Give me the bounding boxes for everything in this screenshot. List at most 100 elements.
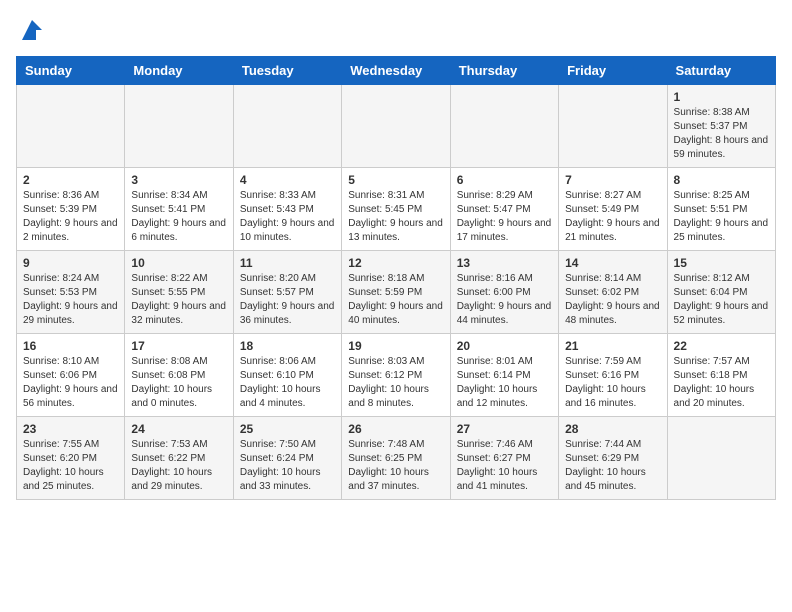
- logo-icon: [18, 16, 46, 44]
- day-info: Sunrise: 8:16 AM Sunset: 6:00 PM Dayligh…: [457, 272, 552, 328]
- day-number: 2: [23, 173, 118, 187]
- calendar-cell: 12 Sunrise: 8:18 AM Sunset: 5:59 PM Dayli…: [342, 251, 450, 334]
- day-info: Sunrise: 7:46 AM Sunset: 6:27 PM Dayligh…: [457, 438, 552, 494]
- calendar-cell: 14 Sunrise: 8:14 AM Sunset: 6:02 PM Dayli…: [559, 251, 667, 334]
- day-number: 16: [23, 339, 118, 353]
- calendar-header-thursday: Thursday: [450, 57, 558, 85]
- day-number: 13: [457, 256, 552, 270]
- calendar-week-row: 23 Sunrise: 7:55 AM Sunset: 6:20 PM Dayli…: [17, 417, 776, 500]
- calendar-cell: [559, 85, 667, 168]
- calendar-cell: 19 Sunrise: 8:03 AM Sunset: 6:12 PM Dayli…: [342, 334, 450, 417]
- day-number: 25: [240, 422, 335, 436]
- day-info: Sunrise: 7:48 AM Sunset: 6:25 PM Dayligh…: [348, 438, 443, 494]
- day-info: Sunrise: 7:53 AM Sunset: 6:22 PM Dayligh…: [131, 438, 226, 494]
- day-info: Sunrise: 7:50 AM Sunset: 6:24 PM Dayligh…: [240, 438, 335, 494]
- calendar-cell: [450, 85, 558, 168]
- day-info: Sunrise: 8:38 AM Sunset: 5:37 PM Dayligh…: [674, 106, 769, 162]
- day-info: Sunrise: 8:18 AM Sunset: 5:59 PM Dayligh…: [348, 272, 443, 328]
- day-info: Sunrise: 7:57 AM Sunset: 6:18 PM Dayligh…: [674, 355, 769, 411]
- calendar-cell: 2 Sunrise: 8:36 AM Sunset: 5:39 PM Daylig…: [17, 168, 125, 251]
- day-info: Sunrise: 8:01 AM Sunset: 6:14 PM Dayligh…: [457, 355, 552, 411]
- calendar-cell: 3Sunrise: 8:34 AM Sunset: 5:41 PM Daylig…: [125, 168, 233, 251]
- logo: [16, 16, 46, 44]
- calendar-cell: 8 Sunrise: 8:25 AM Sunset: 5:51 PM Daylig…: [667, 168, 775, 251]
- day-info: Sunrise: 8:31 AM Sunset: 5:45 PM Dayligh…: [348, 189, 443, 245]
- day-info: Sunrise: 8:08 AM Sunset: 6:08 PM Dayligh…: [131, 355, 226, 411]
- day-number: 12: [348, 256, 443, 270]
- day-number: 26: [348, 422, 443, 436]
- day-info: Sunrise: 8:22 AM Sunset: 5:55 PM Dayligh…: [131, 272, 226, 328]
- calendar-cell: 27 Sunrise: 7:46 AM Sunset: 6:27 PM Dayli…: [450, 417, 558, 500]
- calendar-cell: 16 Sunrise: 8:10 AM Sunset: 6:06 PM Dayli…: [17, 334, 125, 417]
- day-number: 27: [457, 422, 552, 436]
- day-info: Sunrise: 8:33 AM Sunset: 5:43 PM Dayligh…: [240, 189, 335, 245]
- calendar-week-row: 1 Sunrise: 8:38 AM Sunset: 5:37 PM Daylig…: [17, 85, 776, 168]
- calendar-header-saturday: Saturday: [667, 57, 775, 85]
- day-number: 3: [131, 173, 226, 187]
- calendar-cell: 5 Sunrise: 8:31 AM Sunset: 5:45 PM Daylig…: [342, 168, 450, 251]
- calendar-cell: 18Sunrise: 8:06 AM Sunset: 6:10 PM Dayli…: [233, 334, 341, 417]
- day-number: 21: [565, 339, 660, 353]
- day-number: 7: [565, 173, 660, 187]
- day-number: 14: [565, 256, 660, 270]
- calendar-cell: 10 Sunrise: 8:22 AM Sunset: 5:55 PM Dayli…: [125, 251, 233, 334]
- day-info: Sunrise: 8:27 AM Sunset: 5:49 PM Dayligh…: [565, 189, 660, 245]
- calendar-cell: [233, 85, 341, 168]
- calendar-week-row: 16 Sunrise: 8:10 AM Sunset: 6:06 PM Dayli…: [17, 334, 776, 417]
- calendar-header-monday: Monday: [125, 57, 233, 85]
- day-info: Sunrise: 8:12 AM Sunset: 6:04 PM Dayligh…: [674, 272, 769, 328]
- day-number: 23: [23, 422, 118, 436]
- calendar-cell: 25 Sunrise: 7:50 AM Sunset: 6:24 PM Dayli…: [233, 417, 341, 500]
- day-number: 8: [674, 173, 769, 187]
- calendar-week-row: 9 Sunrise: 8:24 AM Sunset: 5:53 PM Daylig…: [17, 251, 776, 334]
- day-number: 20: [457, 339, 552, 353]
- calendar-table: SundayMondayTuesdayWednesdayThursdayFrid…: [16, 56, 776, 500]
- calendar-cell: 23 Sunrise: 7:55 AM Sunset: 6:20 PM Dayli…: [17, 417, 125, 500]
- calendar-cell: 13 Sunrise: 8:16 AM Sunset: 6:00 PM Dayli…: [450, 251, 558, 334]
- calendar-week-row: 2 Sunrise: 8:36 AM Sunset: 5:39 PM Daylig…: [17, 168, 776, 251]
- day-info: Sunrise: 7:55 AM Sunset: 6:20 PM Dayligh…: [23, 438, 118, 494]
- calendar-cell: [342, 85, 450, 168]
- day-info: Sunrise: 8:14 AM Sunset: 6:02 PM Dayligh…: [565, 272, 660, 328]
- calendar-cell: 26 Sunrise: 7:48 AM Sunset: 6:25 PM Dayli…: [342, 417, 450, 500]
- calendar-cell: 17 Sunrise: 8:08 AM Sunset: 6:08 PM Dayli…: [125, 334, 233, 417]
- day-number: 4: [240, 173, 335, 187]
- page-header: [16, 16, 776, 44]
- calendar-cell: 15 Sunrise: 8:12 AM Sunset: 6:04 PM Dayli…: [667, 251, 775, 334]
- calendar-cell: 6 Sunrise: 8:29 AM Sunset: 5:47 PM Daylig…: [450, 168, 558, 251]
- calendar-cell: 21 Sunrise: 7:59 AM Sunset: 6:16 PM Dayli…: [559, 334, 667, 417]
- day-number: 19: [348, 339, 443, 353]
- day-number: 10: [131, 256, 226, 270]
- calendar-header-wednesday: Wednesday: [342, 57, 450, 85]
- day-info: Sunrise: 8:24 AM Sunset: 5:53 PM Dayligh…: [23, 272, 118, 328]
- calendar-cell: [17, 85, 125, 168]
- day-info: Sunrise: 8:20 AM Sunset: 5:57 PM Dayligh…: [240, 272, 335, 328]
- day-number: 22: [674, 339, 769, 353]
- day-number: 1: [674, 90, 769, 104]
- calendar-header-row: SundayMondayTuesdayWednesdayThursdayFrid…: [17, 57, 776, 85]
- calendar-cell: [667, 417, 775, 500]
- day-info: Sunrise: 8:36 AM Sunset: 5:39 PM Dayligh…: [23, 189, 118, 245]
- day-number: 11: [240, 256, 335, 270]
- day-number: 6: [457, 173, 552, 187]
- calendar-cell: 4 Sunrise: 8:33 AM Sunset: 5:43 PM Daylig…: [233, 168, 341, 251]
- day-number: 9: [23, 256, 118, 270]
- day-number: 28: [565, 422, 660, 436]
- day-info: Sunrise: 8:25 AM Sunset: 5:51 PM Dayligh…: [674, 189, 769, 245]
- calendar-header-sunday: Sunday: [17, 57, 125, 85]
- calendar-cell: 28 Sunrise: 7:44 AM Sunset: 6:29 PM Dayli…: [559, 417, 667, 500]
- calendar-cell: 9 Sunrise: 8:24 AM Sunset: 5:53 PM Daylig…: [17, 251, 125, 334]
- day-info: Sunrise: 8:03 AM Sunset: 6:12 PM Dayligh…: [348, 355, 443, 411]
- day-number: 15: [674, 256, 769, 270]
- day-info: Sunrise: 8:29 AM Sunset: 5:47 PM Dayligh…: [457, 189, 552, 245]
- calendar-cell: 20 Sunrise: 8:01 AM Sunset: 6:14 PM Dayli…: [450, 334, 558, 417]
- day-number: 24: [131, 422, 226, 436]
- day-number: 5: [348, 173, 443, 187]
- day-number: 17: [131, 339, 226, 353]
- day-info: Sunrise: 7:44 AM Sunset: 6:29 PM Dayligh…: [565, 438, 660, 494]
- calendar-cell: 11 Sunrise: 8:20 AM Sunset: 5:57 PM Dayli…: [233, 251, 341, 334]
- day-info: Sunrise: 8:10 AM Sunset: 6:06 PM Dayligh…: [23, 355, 118, 411]
- calendar-cell: 7 Sunrise: 8:27 AM Sunset: 5:49 PM Daylig…: [559, 168, 667, 251]
- day-info: Sunrise: 7:59 AM Sunset: 6:16 PM Dayligh…: [565, 355, 660, 411]
- calendar-cell: 24 Sunrise: 7:53 AM Sunset: 6:22 PM Dayli…: [125, 417, 233, 500]
